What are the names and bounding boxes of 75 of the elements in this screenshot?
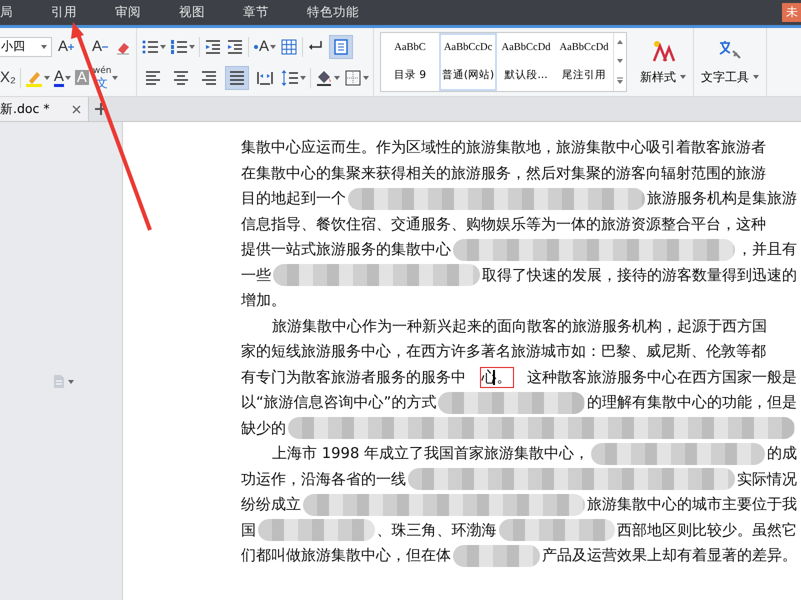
document-text: 以“旅游信息咨询中心”的方式 [241, 393, 436, 412]
document-text: 缺少的 [241, 418, 286, 438]
dropdown-arrow-icon[interactable] [300, 76, 306, 80]
grow-font-button[interactable]: A [58, 39, 68, 54]
plus-sign-icon[interactable] [68, 44, 74, 50]
shrink-font-button[interactable]: A [92, 39, 102, 54]
document-text: 在集散中心的集聚来获得相关的旅游服务，然后对集聚的游客向辐射范围的旅游 [241, 164, 766, 183]
dropdown-arrow-icon[interactable] [334, 76, 340, 80]
style-item[interactable]: AaBbCcDc 普通(网站) [439, 33, 498, 91]
dropdown-arrow-icon[interactable] [189, 44, 196, 48]
menu-tab[interactable]: 引用 [32, 0, 96, 25]
dropdown-arrow-icon[interactable] [68, 380, 74, 384]
document-text: 上海市 1998 年成立了我国首家旅游集散中心， [272, 444, 590, 464]
document-text: 西部地区则比较少。虽然它 [617, 520, 797, 540]
border-grid-icon[interactable] [344, 68, 362, 86]
document-text: 实际情况 [737, 470, 797, 489]
document-text: 提供一站式旅游服务的集散中心 [241, 240, 451, 260]
style-item[interactable]: AaBbCcDd 默认段... [497, 33, 556, 91]
menu-tab[interactable]: 特色功能 [288, 0, 378, 25]
document-text: 一些 [241, 266, 271, 285]
decrease-indent-icon[interactable] [204, 38, 222, 56]
document-text: 纷纷成立 [241, 495, 301, 514]
dropdown-arrow-icon[interactable] [112, 76, 118, 80]
subscript-button[interactable]: X₂ [0, 70, 16, 85]
sparkle-letters-icon[interactable] [650, 38, 676, 62]
dropdown-arrow-icon[interactable] [41, 44, 47, 48]
document-text: 家的短线旅游服务中心，在西方许多著名旅游城市如：巴黎、威尼斯、伦敦等都 [241, 342, 766, 362]
document-text: 的理解有集散中心的功能，但是 [587, 393, 797, 412]
style-item[interactable]: AaBbC 目录 9 [381, 33, 440, 91]
font-color-button[interactable]: A [54, 68, 64, 86]
document-text: 目的地起到一个 [241, 189, 346, 208]
paint-bucket-icon[interactable] [315, 68, 334, 86]
increase-indent-icon[interactable] [226, 38, 244, 56]
document-tab[interactable]: 新.doc * [0, 97, 89, 121]
document-text: 的成 [767, 444, 797, 464]
text-effect-button[interactable]: A [259, 39, 270, 54]
document-text: 们都叫做旅游集散中心，但在体 [241, 546, 451, 566]
dropdown-arrow-icon[interactable] [363, 76, 370, 80]
dropdown-arrow-icon[interactable] [160, 44, 166, 48]
dropdown-arrow-icon[interactable] [753, 75, 760, 79]
minus-sign-icon[interactable] [102, 44, 108, 50]
document-text: 旅游集散中心的城市主要位于我 [587, 495, 797, 514]
document-text: 增加。 [241, 291, 286, 310]
numbered-list-icon[interactable] [170, 38, 188, 56]
document-text: 集散中心应运而生。作为区域性的旅游集散地，旅游集散中心吸引着散客旅游者 [241, 138, 766, 158]
menu-tab[interactable]: 视图 [160, 0, 224, 25]
document-text: 国 [241, 520, 256, 540]
document-text: 、珠三角、环渤海 [376, 520, 496, 540]
document-text: 产品及运营效果上却有着显著的差异。 [542, 546, 797, 566]
new-style-button[interactable]: 新样式 [633, 28, 694, 96]
expand-gallery-icon[interactable] [616, 76, 624, 85]
menu-tab[interactable]: 章节 [224, 0, 288, 25]
menu-tab[interactable]: 审阅 [96, 0, 160, 25]
dropdown-arrow-icon[interactable] [64, 76, 71, 80]
document-text: 功运作，沿海各省的一线 [241, 470, 406, 489]
text-tools-button[interactable]: 文字工具 [694, 28, 768, 96]
font-size-dropdown[interactable]: 小四 [0, 36, 52, 56]
close-icon[interactable] [71, 104, 82, 114]
table-icon[interactable] [280, 38, 298, 56]
dropdown-arrow-icon[interactable] [680, 75, 686, 79]
bullet-list-icon[interactable] [141, 38, 160, 56]
document-text: 旅游服务机构是集旅游 [647, 189, 797, 208]
document-text: 取得了快速的发展，接待的游客数量得到迅速的 [482, 266, 797, 285]
menu-tab[interactable]: 局 [0, 0, 32, 25]
line-spacing-icon[interactable] [281, 68, 300, 86]
document-text: ，并且有 [737, 240, 797, 260]
dropdown-arrow-icon[interactable] [44, 76, 50, 80]
style-item[interactable]: AaBbCcDd 尾注引用 [555, 33, 614, 91]
document-text: 信息指导、餐饮住宿、交通服务、购物娱乐等为一体的旅游资源整合平台，这种 [241, 214, 766, 234]
dropdown-arrow-icon[interactable] [270, 44, 276, 48]
document-text: 这种散客旅游服务中心在西方国家一般是 [527, 368, 797, 387]
scroll-up-icon[interactable] [616, 39, 624, 46]
document-text: 旅游集散中心作为一种新兴起来的面向散客的旅游服务机构，起源于西方国 [272, 316, 767, 336]
document-text: 有专门为散客旅游者服务的服务中 [241, 368, 466, 387]
scroll-down-icon[interactable] [616, 58, 624, 64]
